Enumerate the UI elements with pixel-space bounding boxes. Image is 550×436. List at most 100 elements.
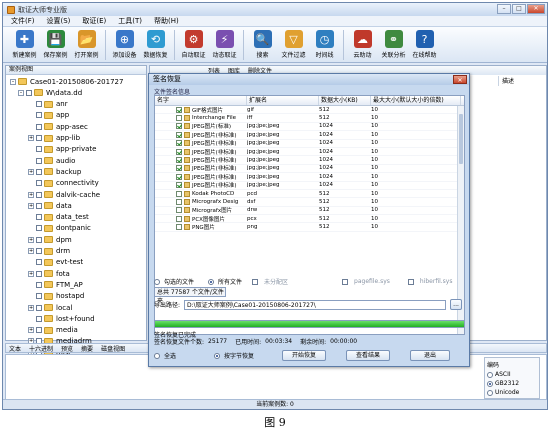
bottom-tab-3[interactable]: 摘要 <box>81 344 93 353</box>
row-checkbox[interactable] <box>176 123 182 130</box>
node-checkbox[interactable] <box>36 135 42 141</box>
row-checkbox[interactable] <box>176 115 182 122</box>
toolbar-button-8[interactable]: ▽ 文件过滤 <box>278 30 309 59</box>
signature-row[interactable]: Micrografx图片 drw 512 10 <box>155 207 464 216</box>
row-checkbox[interactable] <box>176 140 182 147</box>
node-checkbox[interactable] <box>36 259 42 266</box>
expand-icon[interactable] <box>28 225 34 232</box>
signature-row[interactable]: PNG图片 png 512 10 <box>155 223 464 232</box>
tree-case-node[interactable]: – Case01-20150806-201727 <box>10 76 123 87</box>
expand-icon[interactable]: + <box>28 327 34 334</box>
view-results-button[interactable]: 查看结果 <box>346 350 391 361</box>
toolbar-button-4[interactable]: ⟲ 数据恢复 <box>140 30 171 59</box>
encoding-radio[interactable] <box>487 371 493 378</box>
toolbar-button-12[interactable]: ? 在线帮助 <box>409 30 440 59</box>
menu-item[interactable]: 帮助(H) <box>154 16 179 26</box>
node-checkbox[interactable] <box>36 168 42 175</box>
expand-icon[interactable]: + <box>28 135 34 141</box>
tree-folder-node[interactable]: + drm <box>28 246 70 257</box>
close-button[interactable]: ✕ <box>527 4 545 14</box>
unallocated-checkbox[interactable] <box>252 278 259 285</box>
row-checkbox[interactable] <box>176 165 182 172</box>
node-checkbox[interactable] <box>36 157 42 164</box>
tree-folder-node[interactable]: + app-lib <box>28 133 80 144</box>
node-checkbox[interactable] <box>36 180 42 187</box>
row-checkbox[interactable] <box>176 224 182 231</box>
bottom-tab-0[interactable]: 文本 <box>9 344 21 353</box>
toolbar-button-0[interactable]: ✚ 新建案例 <box>9 30 40 59</box>
encoding-radio[interactable] <box>487 380 493 387</box>
list-column-header[interactable]: 名字 <box>155 96 247 105</box>
bottom-tab-4[interactable]: 磁盘视图 <box>101 344 125 353</box>
node-checkbox[interactable] <box>36 225 42 232</box>
signature-row[interactable]: JPEG图片(非标准) jpg;jpe;jpeg 1024 10 <box>155 140 464 148</box>
encoding-option[interactable]: ASCII <box>487 371 537 378</box>
signature-row[interactable]: JPEG图片(非标准) jpg;jpe;jpeg 1024 10 <box>155 173 464 182</box>
expand-icon[interactable]: + <box>28 236 34 243</box>
node-checkbox[interactable] <box>36 293 42 300</box>
signature-row[interactable]: JPEG图片(标准) jpg;jpe;jpeg 1024 10 <box>155 123 464 132</box>
row-checkbox[interactable] <box>176 198 182 205</box>
signature-row[interactable]: GIF格式图片 gif 512 10 <box>155 106 464 115</box>
exit-button[interactable]: 退出 <box>410 350 451 361</box>
maximize-button[interactable]: □ <box>512 4 526 14</box>
expand-icon[interactable]: – <box>18 89 24 96</box>
encoding-radio[interactable] <box>487 389 493 396</box>
expand-icon[interactable] <box>28 180 34 187</box>
node-checkbox[interactable] <box>36 112 42 119</box>
scrollbar-thumb[interactable] <box>459 114 463 164</box>
toolbar-button-5[interactable]: ⚙ 自动取证 <box>178 30 209 59</box>
selected-files-radio[interactable] <box>154 278 160 285</box>
tree-folder-node[interactable]: FTM_AP <box>28 279 83 290</box>
node-checkbox[interactable] <box>36 202 42 209</box>
row-checkbox[interactable] <box>176 157 182 164</box>
tree-folder-node[interactable]: connectivity <box>28 178 99 189</box>
row-checkbox[interactable] <box>176 106 182 113</box>
col-description[interactable]: 描述 <box>498 76 546 86</box>
expand-icon[interactable]: + <box>28 270 34 277</box>
row-checkbox[interactable] <box>176 148 182 155</box>
toolbar-button-10[interactable]: ☁ 云助动 <box>347 30 378 59</box>
node-checkbox[interactable] <box>36 146 42 153</box>
node-checkbox[interactable] <box>26 89 32 96</box>
expand-icon[interactable]: + <box>28 248 34 254</box>
signature-row[interactable]: JPEG图片(非标准) jpg;jpe;jpeg 1024 10 <box>155 182 464 190</box>
encoding-option[interactable]: Unicode <box>487 389 537 396</box>
select-all-radio[interactable] <box>154 352 160 359</box>
dialog-close-button[interactable]: ✕ <box>453 75 467 84</box>
bottom-tab-2[interactable]: 预览 <box>61 344 73 353</box>
by-bytes-radio[interactable] <box>214 352 221 359</box>
hiberfil-checkbox[interactable] <box>407 278 414 285</box>
tree-folder-node[interactable]: + dpm <box>28 234 72 245</box>
tree-folder-node[interactable]: + fota <box>28 268 70 279</box>
tree-folder-node[interactable]: + local <box>28 302 72 313</box>
expand-icon[interactable]: – <box>10 78 16 85</box>
encoding-option[interactable]: GB2312 <box>487 380 537 387</box>
expand-icon[interactable]: + <box>28 191 34 198</box>
toolbar-button-2[interactable]: 📂 打开案例 <box>71 30 102 59</box>
node-checkbox[interactable] <box>36 214 42 221</box>
signature-row[interactable]: JPEG图片(非标准) jpg;jpe;jpeg 1024 10 <box>155 131 464 140</box>
tree-folder-node[interactable]: data_test <box>28 212 89 223</box>
signature-row[interactable]: PCX图像图片 pcx 512 10 <box>155 215 464 224</box>
expand-icon[interactable] <box>28 146 34 153</box>
tree-root-node[interactable]: – W\data.dd <box>18 87 82 98</box>
toolbar-button-9[interactable]: ◷ 时间线 <box>309 30 340 59</box>
toolbar-button-6[interactable]: ⚡ 动态取证 <box>209 30 240 59</box>
tree-folder-node[interactable]: lost+found <box>28 313 95 324</box>
menu-item[interactable]: 设置(S) <box>47 16 71 26</box>
expand-icon[interactable] <box>28 123 34 130</box>
toolbar-button-3[interactable]: ⊕ 添加设备 <box>109 30 140 59</box>
all-files-radio[interactable] <box>208 278 215 285</box>
row-checkbox[interactable] <box>176 131 182 138</box>
expand-icon[interactable] <box>28 293 34 300</box>
signature-row[interactable]: Micrografx Desig dsf 512 10 <box>155 198 464 207</box>
signature-row[interactable]: JPEG图片(非标准) jpg;jpe;jpeg 1024 10 <box>155 148 464 157</box>
signature-row[interactable]: Kodak PhotoCD pcd 512 10 <box>155 190 464 199</box>
row-checkbox[interactable] <box>176 190 182 197</box>
tree-folder-node[interactable]: + data <box>28 200 72 211</box>
pagefile-checkbox[interactable] <box>342 278 349 285</box>
tree-folder-node[interactable]: audio <box>28 155 75 166</box>
browse-button[interactable]: ... <box>450 299 463 310</box>
list-column-header[interactable]: 最大大小(默认大小的倍数) <box>371 96 461 105</box>
